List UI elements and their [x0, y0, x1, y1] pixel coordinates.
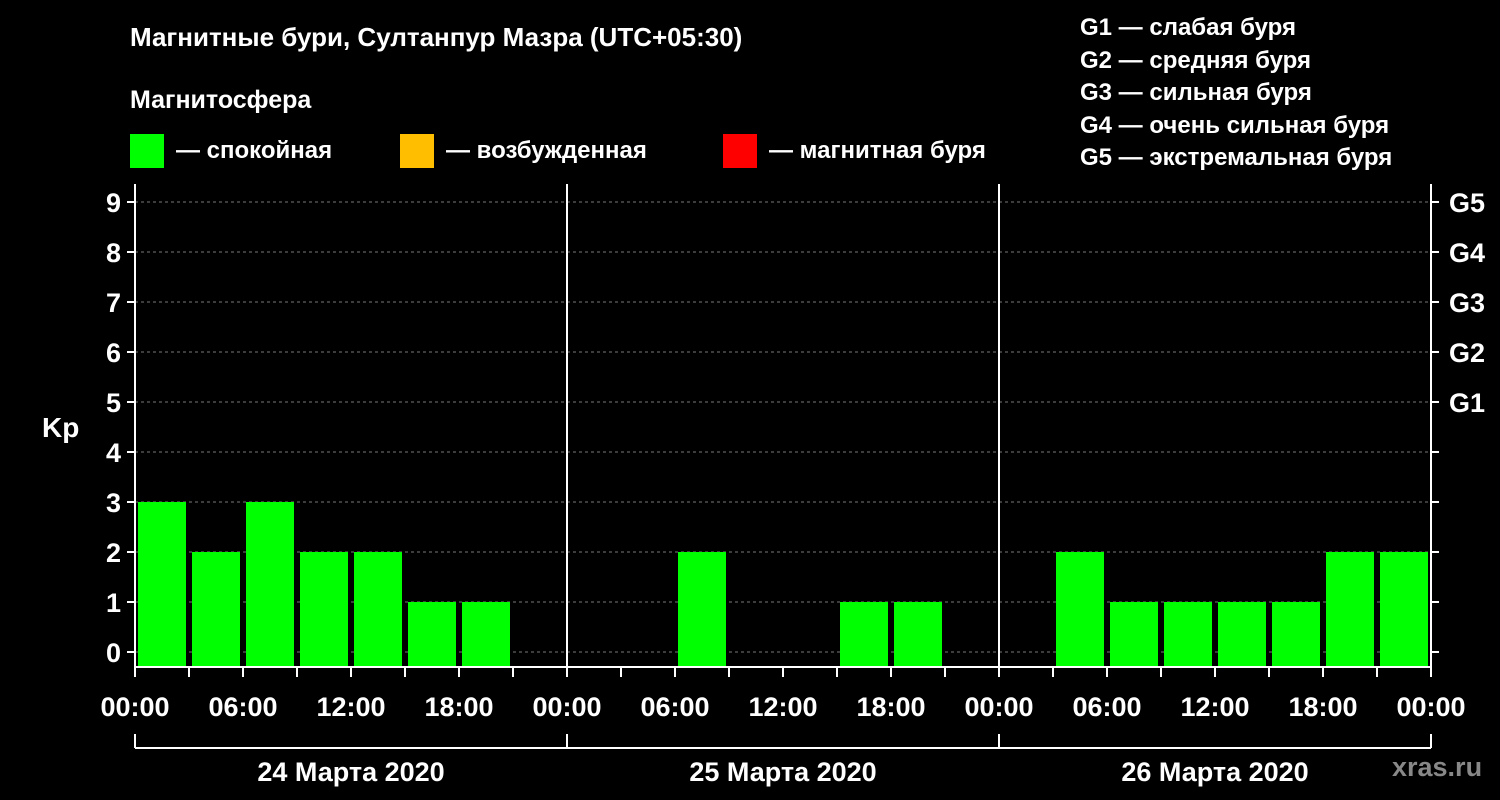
kp-bar — [354, 552, 402, 667]
y-tick-label: 7 — [106, 288, 121, 318]
kp-bar — [1272, 602, 1320, 667]
y-tick-label: 3 — [106, 488, 121, 518]
kp-bar — [246, 502, 294, 667]
g-scale-label: G3 — [1449, 288, 1485, 318]
y-tick-label: 0 — [106, 638, 121, 668]
kp-bar — [1218, 602, 1266, 667]
kp-bar — [678, 552, 726, 667]
kp-bar — [408, 602, 456, 667]
kp-bar — [840, 602, 888, 667]
kp-bar — [192, 552, 240, 667]
y-tick-label: 5 — [106, 388, 121, 418]
y-tick-label: 8 — [106, 238, 121, 268]
g-scale-label: G1 — [1449, 388, 1485, 418]
x-tick-label: 12:00 — [316, 692, 385, 722]
kp-bar — [1164, 602, 1212, 667]
kp-bar — [462, 602, 510, 667]
g-scale-label: G5 — [1449, 188, 1485, 218]
x-tick-label: 18:00 — [856, 692, 925, 722]
x-tick-label: 12:00 — [1180, 692, 1249, 722]
day-label: 25 Марта 2020 — [689, 757, 876, 787]
g-scale-label: G2 — [1449, 338, 1485, 368]
y-tick-label: 2 — [106, 538, 121, 568]
kp-bar — [1110, 602, 1158, 667]
x-tick-label: 00:00 — [100, 692, 169, 722]
x-tick-label: 00:00 — [532, 692, 601, 722]
watermark: xras.ru — [1392, 752, 1483, 782]
g-scale-label: G4 — [1449, 238, 1485, 268]
kp-bar — [138, 502, 186, 667]
x-tick-label: 06:00 — [1072, 692, 1141, 722]
y-tick-label: 4 — [106, 438, 121, 468]
x-tick-label: 12:00 — [748, 692, 817, 722]
kp-bar — [1326, 552, 1374, 667]
kp-bar — [1380, 552, 1428, 667]
y-tick-label: 6 — [106, 338, 121, 368]
kp-bar — [1056, 552, 1104, 667]
x-tick-label: 18:00 — [1288, 692, 1357, 722]
y-tick-label: 1 — [106, 588, 121, 618]
x-tick-label: 06:00 — [208, 692, 277, 722]
day-label: 26 Марта 2020 — [1121, 757, 1308, 787]
x-tick-label: 00:00 — [1396, 692, 1465, 722]
x-tick-label: 18:00 — [424, 692, 493, 722]
kp-bar — [300, 552, 348, 667]
x-tick-label: 00:00 — [964, 692, 1033, 722]
y-tick-label: 9 — [106, 188, 121, 218]
kp-chart: 0 1 2 3 4 5 6 7 8 9 G1 G2 G3 G4 G5 00:00 06:00 12:00 18:00… — [100, 184, 1485, 787]
day-label: 24 Марта 2020 — [257, 757, 444, 787]
kp-bar — [894, 602, 942, 667]
x-tick-label: 06:00 — [640, 692, 709, 722]
